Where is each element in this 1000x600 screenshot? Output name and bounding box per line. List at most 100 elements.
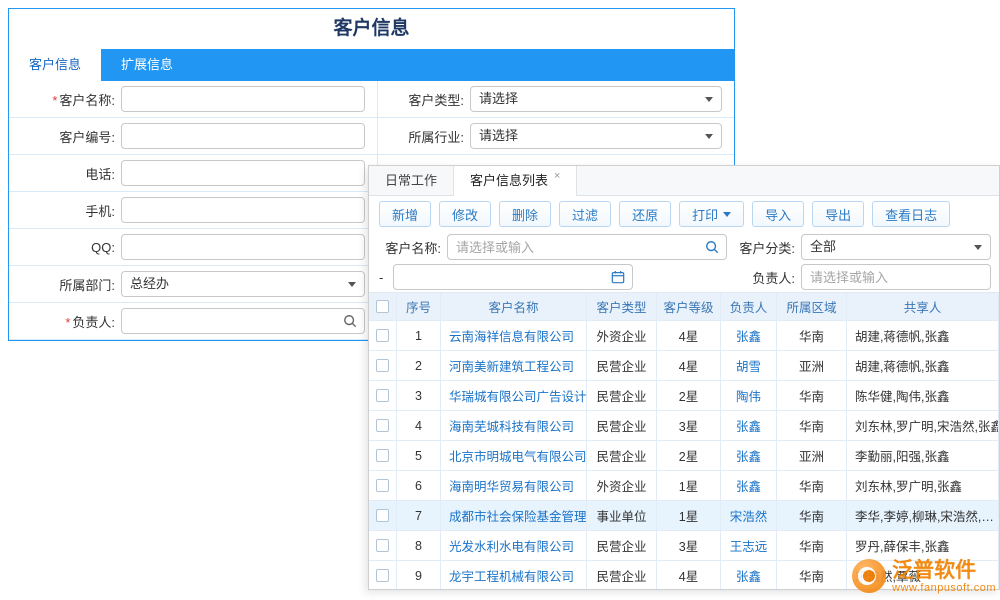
customer-level-cell: 1星 [657, 501, 721, 531]
filter-name-input[interactable] [447, 234, 727, 260]
owner-link[interactable]: 张鑫 [721, 441, 777, 471]
window-title: 客户信息 [9, 9, 734, 49]
row-checkbox[interactable] [376, 479, 389, 492]
view-log-button[interactable]: 查看日志 [872, 201, 950, 227]
chevron-down-icon [705, 97, 713, 102]
column-header-region[interactable]: 所属区域 [777, 293, 847, 321]
row-checkbox[interactable] [376, 329, 389, 342]
share-cell: 刘东林,罗广明,宋浩然,张鑫 [847, 411, 999, 441]
row-checkbox[interactable] [376, 569, 389, 582]
share-cell: 李华,李婷,柳琳,宋浩然,… [847, 501, 999, 531]
owner-link[interactable]: 王志远 [721, 531, 777, 561]
customer-name-link[interactable]: 海南明华贸易有限公司 [441, 471, 587, 501]
form-tab-bar: 客户信息 扩展信息 [9, 49, 734, 81]
owner-link[interactable]: 宋浩然 [721, 501, 777, 531]
select-all-checkbox[interactable] [376, 300, 389, 313]
table-row[interactable]: 6海南明华贸易有限公司外资企业1星张鑫华南刘东林,罗广明,张鑫 [369, 471, 999, 501]
import-button[interactable]: 导入 [752, 201, 804, 227]
mobile-input[interactable] [121, 197, 365, 223]
row-checkbox[interactable] [376, 389, 389, 402]
row-checkbox-cell [369, 501, 397, 531]
edit-button[interactable]: 修改 [439, 201, 491, 227]
column-header-type[interactable]: 客户类型 [587, 293, 657, 321]
filter-button[interactable]: 过滤 [559, 201, 611, 227]
restore-button[interactable]: 还原 [619, 201, 671, 227]
column-header-index[interactable]: 序号 [397, 293, 441, 321]
customer-table: 序号 客户名称 客户类型 客户等级 负责人 所属区域 共享人 1云南海祥信息有限… [369, 292, 999, 590]
table-row[interactable]: 8光发水利水电有限公司民营企业3星王志远华南罗丹,薛保丰,张鑫 [369, 531, 999, 561]
customer-type-cell: 民营企业 [587, 381, 657, 411]
owner-link[interactable]: 张鑫 [721, 471, 777, 501]
customer-type-cell: 民营企业 [587, 441, 657, 471]
qq-input[interactable] [121, 234, 365, 260]
table-row[interactable]: 2河南美新建筑工程公司民营企业4星胡雪亚洲胡建,蒋德帆,张鑫 [369, 351, 999, 381]
owner-link[interactable]: 张鑫 [721, 411, 777, 441]
owner-link[interactable]: 张鑫 [721, 561, 777, 590]
row-number: 9 [397, 561, 441, 590]
department-select[interactable]: 总经办 [121, 271, 365, 297]
filter-owner-input[interactable] [801, 264, 991, 290]
search-icon[interactable] [343, 314, 357, 328]
customer-name-input[interactable] [121, 86, 365, 112]
region-cell: 亚洲 [777, 351, 847, 381]
phone-input[interactable] [121, 160, 365, 186]
tab-daily-work[interactable]: 日常工作 [369, 166, 453, 195]
column-header-owner[interactable]: 负责人 [721, 293, 777, 321]
row-checkbox[interactable] [376, 449, 389, 462]
filter-category-label: 客户分类: [737, 238, 801, 257]
table-row[interactable]: 4海南芜城科技有限公司民营企业3星张鑫华南刘东林,罗广明,宋浩然,张鑫 [369, 411, 999, 441]
tab-extended-info[interactable]: 扩展信息 [101, 49, 193, 81]
customer-type-select[interactable]: 请选择 [470, 86, 722, 112]
column-header-name[interactable]: 客户名称 [441, 293, 587, 321]
table-row[interactable]: 5北京市明城电气有限公司民营企业2星张鑫亚洲李勤丽,阳强,张鑫 [369, 441, 999, 471]
search-icon[interactable] [705, 240, 719, 254]
share-cell: 李勤丽,阳强,张鑫 [847, 441, 999, 471]
mobile-label: 手机: [9, 201, 121, 220]
share-cell: 胡建,蒋德帆,张鑫 [847, 351, 999, 381]
share-cell: 罗丹,薛保丰,张鑫 [847, 531, 999, 561]
column-header-share[interactable]: 共享人 [847, 293, 999, 321]
customer-name-link[interactable]: 龙宇工程机械有限公司 [441, 561, 587, 590]
filter-category-select[interactable]: 全部 [801, 234, 991, 260]
table-row[interactable]: 3华瑞城有限公司广告设计部民营企业2星陶伟华南陈华健,陶伟,张鑫 [369, 381, 999, 411]
row-checkbox[interactable] [376, 539, 389, 552]
customer-level-cell: 3星 [657, 411, 721, 441]
table-row[interactable]: 7成都市社会保险基金管理…事业单位1星宋浩然华南李华,李婷,柳琳,宋浩然,… [369, 501, 999, 531]
delete-button[interactable]: 删除 [499, 201, 551, 227]
row-checkbox-cell [369, 381, 397, 411]
row-checkbox-cell [369, 471, 397, 501]
industry-select[interactable]: 请选择 [470, 123, 722, 149]
chevron-down-icon [974, 245, 982, 250]
customer-name-link[interactable]: 海南芜城科技有限公司 [441, 411, 587, 441]
customer-name-link[interactable]: 河南美新建筑工程公司 [441, 351, 587, 381]
toolbar: 新增 修改 删除 过滤 还原 打印 导入 导出 查看日志 [369, 196, 999, 232]
row-checkbox[interactable] [376, 359, 389, 372]
owner-link[interactable]: 张鑫 [721, 321, 777, 351]
owner-input[interactable] [121, 308, 365, 334]
export-button[interactable]: 导出 [812, 201, 864, 227]
close-icon[interactable]: × [554, 170, 560, 182]
row-checkbox-cell [369, 321, 397, 351]
customer-code-input[interactable] [121, 123, 365, 149]
tab-customer-info[interactable]: 客户信息 [9, 49, 101, 81]
table-header: 序号 客户名称 客户类型 客户等级 负责人 所属区域 共享人 [369, 293, 999, 321]
owner-link[interactable]: 陶伟 [721, 381, 777, 411]
owner-link[interactable]: 胡雪 [721, 351, 777, 381]
add-button[interactable]: 新增 [379, 201, 431, 227]
tab-customer-list[interactable]: 客户信息列表× [453, 166, 577, 196]
customer-name-link[interactable]: 光发水利水电有限公司 [441, 531, 587, 561]
filter-date-input[interactable] [393, 264, 633, 290]
row-checkbox[interactable] [376, 509, 389, 522]
customer-name-link[interactable]: 华瑞城有限公司广告设计部 [441, 381, 587, 411]
calendar-icon[interactable] [611, 270, 625, 284]
print-button[interactable]: 打印 [679, 201, 744, 227]
customer-name-link[interactable]: 云南海祥信息有限公司 [441, 321, 587, 351]
table-row[interactable]: 9龙宇工程机械有限公司民营企业4星张鑫华南宋浩然,覃薇 [369, 561, 999, 590]
column-header-level[interactable]: 客户等级 [657, 293, 721, 321]
table-row[interactable]: 1云南海祥信息有限公司外资企业4星张鑫华南胡建,蒋德帆,张鑫 [369, 321, 999, 351]
required-asterisk: * [52, 93, 57, 108]
customer-name-link[interactable]: 北京市明城电气有限公司 [441, 441, 587, 471]
row-checkbox[interactable] [376, 419, 389, 432]
row-number: 6 [397, 471, 441, 501]
customer-name-link[interactable]: 成都市社会保险基金管理… [441, 501, 587, 531]
